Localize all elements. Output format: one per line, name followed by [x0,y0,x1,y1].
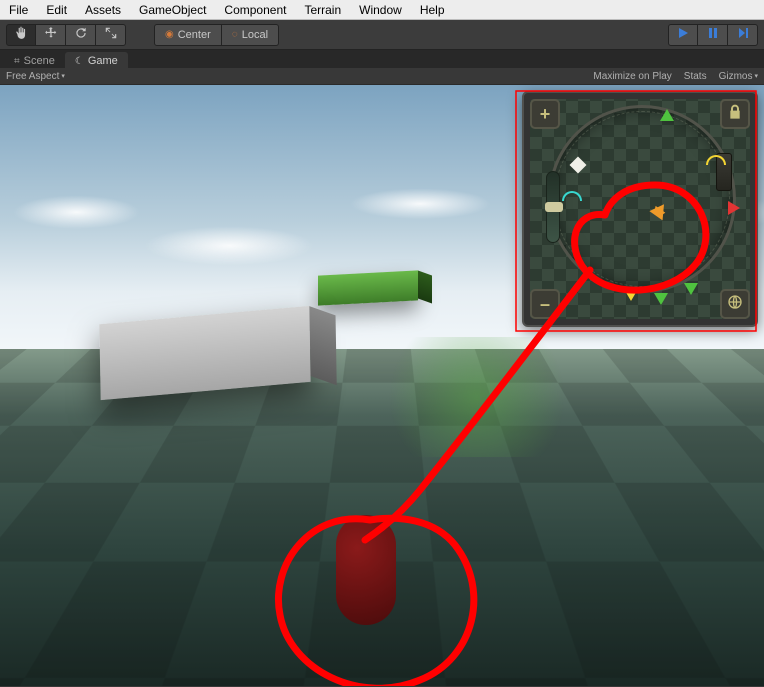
menu-window[interactable]: Window [350,3,411,17]
minus-icon: – [540,294,550,315]
tab-scene[interactable]: ⌗ Scene [4,52,65,68]
scale-tool[interactable] [96,24,126,46]
blip-green-n [660,109,674,121]
gizmos-label: Gizmos [719,71,753,82]
gizmos-dropdown[interactable]: Gizmos ▾ [719,71,758,82]
pivot-local-toggle[interactable]: ◌ Local [222,24,279,46]
blip-red-e [728,201,740,215]
menu-assets[interactable]: Assets [76,3,130,17]
minimap-zoom-slider[interactable] [546,171,560,243]
tab-game-label: Game [88,55,118,67]
menu-file[interactable]: File [0,3,37,17]
pause-icon [707,26,719,44]
aspect-label: Free Aspect [6,71,59,82]
game-view[interactable]: + – [0,85,764,686]
menu-gameobject[interactable]: GameObject [130,3,215,17]
pause-button[interactable] [698,24,728,46]
view-tabstrip: ⌗ Scene ☾ Game [0,50,764,68]
menu-edit[interactable]: Edit [37,3,76,17]
aspect-dropdown[interactable]: Free Aspect ▾ [6,71,65,82]
rotate-icon [74,26,88,43]
menu-component[interactable]: Component [215,3,295,17]
tab-game[interactable]: ☾ Game [65,52,128,68]
play-icon [677,26,689,44]
game-icon: ☾ [75,56,84,67]
scene-greenlight [367,337,587,457]
center-icon: ◉ [165,29,174,40]
main-toolbar: ◉ Center ◌ Local [0,20,764,50]
minimap-widget: + – [522,91,758,327]
chevron-down-icon: ▾ [754,72,758,80]
minimap-zoom-slider-thumb[interactable] [545,202,563,212]
minimap-lock-button[interactable] [720,99,750,129]
scene-player-capsule [336,515,396,625]
globe-icon [727,294,743,315]
menu-help[interactable]: Help [411,3,454,17]
pivot-center-toggle[interactable]: ◉ Center [154,24,222,46]
lock-icon [727,104,743,125]
blip-green-s2 [684,283,698,295]
minimap-zoom-out-button[interactable]: – [530,289,560,319]
scene-green-cube [318,270,418,305]
menu-bar: File Edit Assets GameObject Component Te… [0,0,764,20]
hand-tool[interactable] [6,24,36,46]
local-icon: ◌ [232,29,238,40]
tab-scene-label: Scene [24,55,55,67]
blip-yellow-s [624,289,638,301]
scale-icon [104,26,118,43]
plus-icon: + [540,104,551,125]
game-sub-toolbar: Free Aspect ▾ Maximize on Play Stats Giz… [0,68,764,85]
minimap-zoom-in-button[interactable]: + [530,99,560,129]
minimap-globe-button[interactable] [720,289,750,319]
menu-terrain[interactable]: Terrain [295,3,350,17]
step-button[interactable] [728,24,758,46]
hand-icon [14,26,28,43]
move-icon [44,26,58,43]
pivot-center-label: Center [178,29,211,41]
chevron-down-icon: ▾ [61,72,65,80]
maximize-on-play-toggle[interactable]: Maximize on Play [593,71,671,82]
move-tool[interactable] [36,24,66,46]
scene-icon: ⌗ [14,56,20,67]
pivot-local-label: Local [242,29,268,41]
play-button[interactable] [668,24,698,46]
blip-green-s1 [654,293,668,305]
stats-toggle[interactable]: Stats [684,71,707,82]
step-icon [737,26,749,44]
rotate-tool[interactable] [66,24,96,46]
